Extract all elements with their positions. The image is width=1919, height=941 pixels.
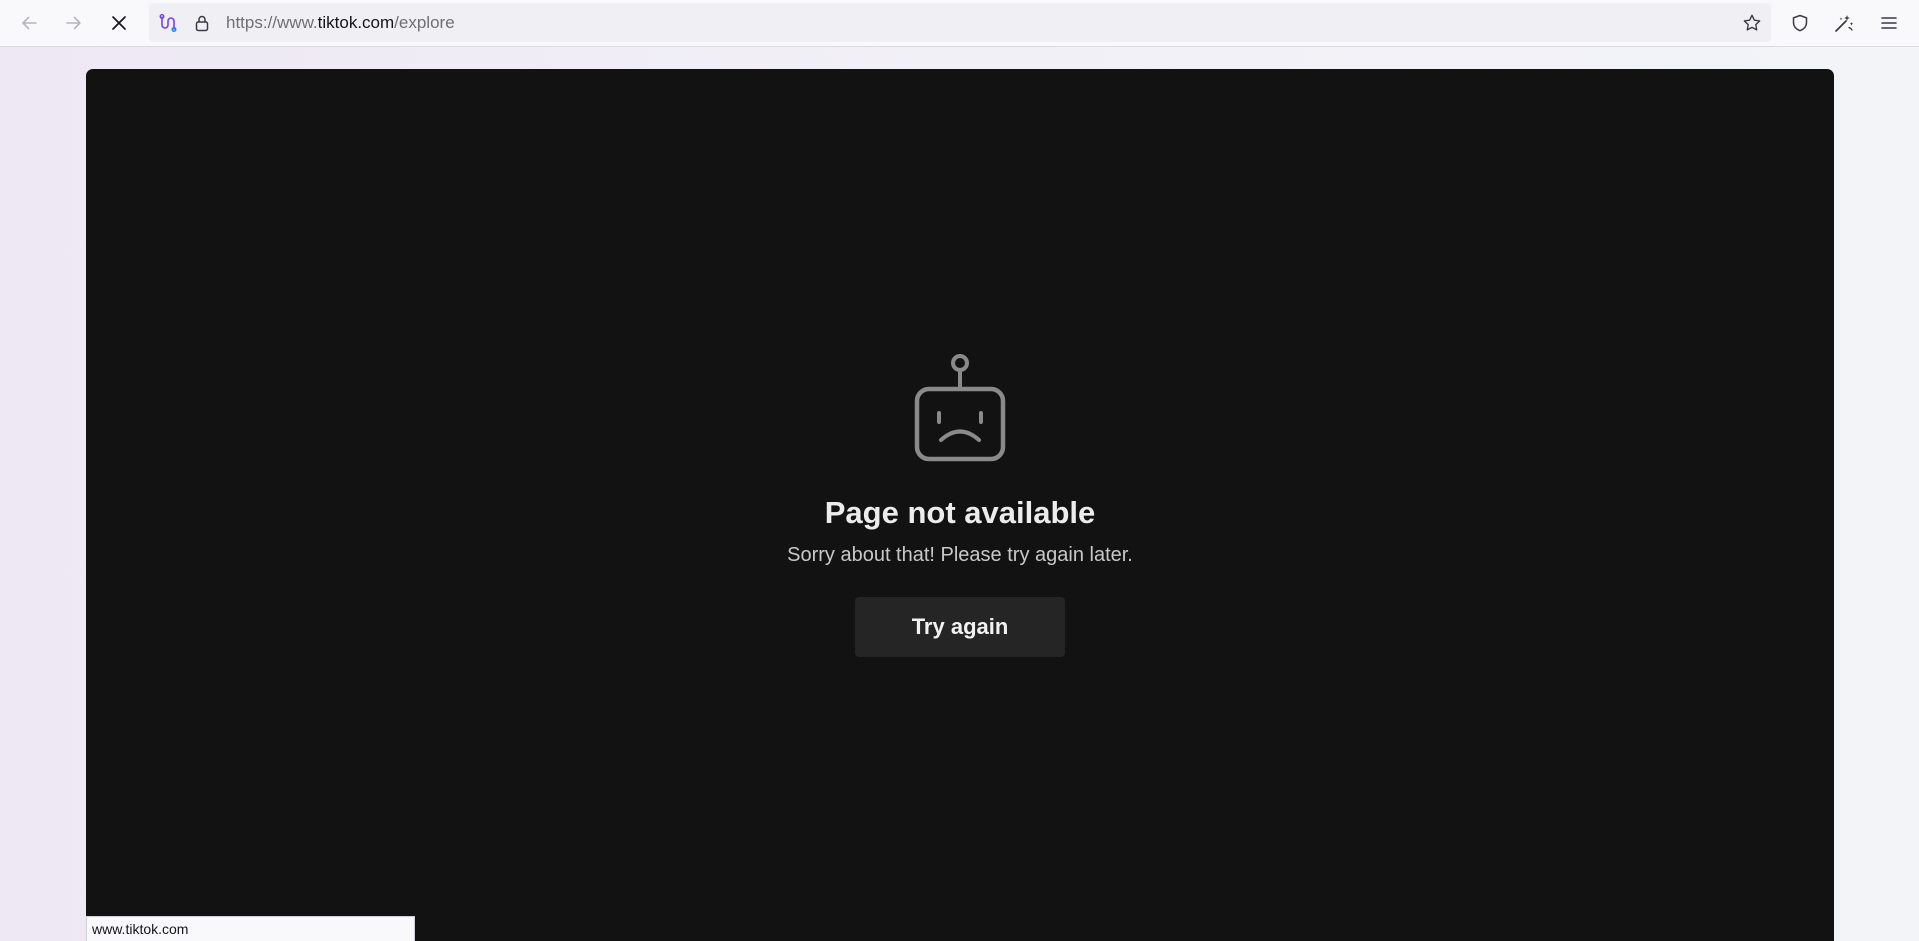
stop-loading-button[interactable]: [102, 6, 136, 40]
error-state: Page not available Sorry about that! Ple…: [86, 353, 1834, 657]
stop-loading-icon: [112, 16, 126, 30]
address-bar[interactable]: https://www.tiktok.com/explore: [149, 3, 1771, 42]
try-again-button[interactable]: Try again: [855, 597, 1065, 657]
back-button[interactable]: [12, 6, 46, 40]
tracking-protection-button[interactable]: [1783, 6, 1817, 40]
lock-icon[interactable]: [192, 13, 212, 33]
url-domain: tiktok.com: [317, 13, 395, 32]
sad-robot-icon: [914, 354, 1006, 462]
back-arrow-icon: [22, 16, 37, 30]
error-title: Page not available: [824, 495, 1096, 530]
page-content: Page not available Sorry about that! Ple…: [86, 69, 1834, 941]
shield-icon: [1792, 14, 1808, 32]
hamburger-menu-icon: [1881, 17, 1897, 29]
status-url-tooltip: www.tiktok.com: [86, 916, 415, 941]
forward-arrow-icon: [66, 16, 81, 30]
customize-button[interactable]: [1827, 6, 1861, 40]
customize-wand-icon: [1835, 15, 1854, 32]
app-menu-button[interactable]: [1872, 6, 1906, 40]
url-path: /explore: [394, 13, 455, 32]
url-text[interactable]: https://www.tiktok.com/explore: [226, 3, 455, 42]
error-subtitle: Sorry about that! Please try again later…: [787, 544, 1133, 566]
site-permissions-icon[interactable]: [158, 13, 178, 33]
forward-button[interactable]: [57, 6, 91, 40]
bookmark-star-icon[interactable]: [1742, 13, 1762, 33]
url-prefix: https://www.: [226, 13, 318, 32]
browser-toolbar: https://www.tiktok.com/explore: [0, 0, 1919, 47]
